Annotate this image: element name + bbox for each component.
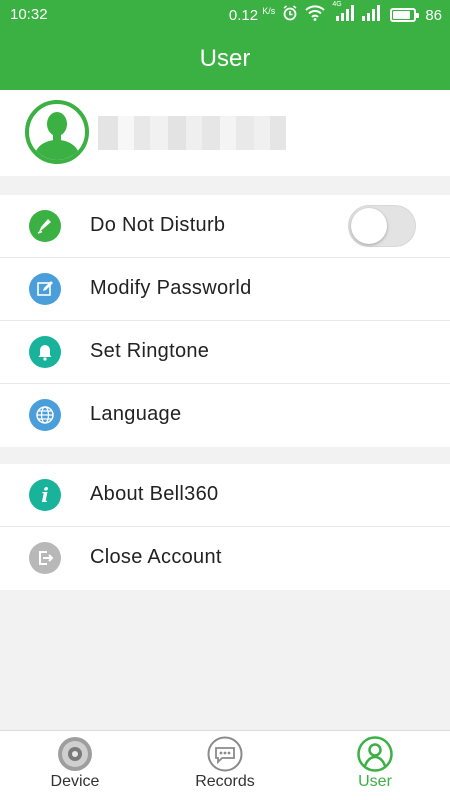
dnd-label: Do Not Disturb xyxy=(90,214,226,236)
profile-card[interactable] xyxy=(0,90,450,176)
toggle-knob xyxy=(351,208,387,244)
about-row[interactable]: i About Bell360 xyxy=(0,464,450,527)
modify-password-row[interactable]: Modify Passworld xyxy=(0,258,450,321)
alarm-icon xyxy=(282,5,298,25)
tab-records[interactable]: Records xyxy=(150,731,300,800)
user-icon xyxy=(357,736,393,772)
chat-icon xyxy=(207,736,243,772)
page-title: User xyxy=(0,30,450,90)
dnd-toggle[interactable] xyxy=(348,205,416,247)
battery-level: 86 xyxy=(425,6,442,24)
language-label: Language xyxy=(90,403,182,425)
info-group: i About Bell360 Close Account xyxy=(0,464,450,590)
network-speed: 0.12 K/s xyxy=(228,6,276,24)
modify-password-label: Modify Passworld xyxy=(90,277,252,299)
edit-icon xyxy=(29,273,61,305)
tab-device[interactable]: Device xyxy=(0,731,150,800)
tab-label: User xyxy=(358,773,392,790)
close-account-row[interactable]: Close Account xyxy=(0,527,450,590)
battery-icon xyxy=(390,8,420,22)
dnd-row[interactable]: Do Not Disturb xyxy=(0,195,450,258)
language-row[interactable]: Language xyxy=(0,384,450,447)
bell-icon xyxy=(29,336,61,368)
username-redacted xyxy=(98,116,286,150)
tab-label: Records xyxy=(195,773,255,790)
signal-icon xyxy=(361,5,383,25)
settings-group: Do Not Disturb Modify Passworld Set Ring… xyxy=(0,195,450,447)
tab-label: Device xyxy=(50,773,100,790)
status-time: 10:32 xyxy=(10,6,48,23)
user-silhouette-icon xyxy=(33,112,81,160)
close-account-label: Close Account xyxy=(90,546,222,568)
status-bar: 10:32 0.12 K/s 4G 86 xyxy=(0,0,450,30)
tab-user[interactable]: User xyxy=(300,731,450,800)
set-ringtone-row[interactable]: Set Ringtone xyxy=(0,321,450,384)
wifi-icon xyxy=(305,5,326,25)
set-ringtone-label: Set Ringtone xyxy=(90,340,210,362)
bottom-tab-bar: Device Records User xyxy=(0,730,450,800)
about-label: About Bell360 xyxy=(90,483,219,505)
camera-icon xyxy=(57,736,93,772)
dnd-icon xyxy=(29,210,61,242)
signal-4g-icon: 4G xyxy=(332,1,355,25)
globe-icon xyxy=(29,399,61,431)
avatar[interactable] xyxy=(25,100,89,164)
logout-icon xyxy=(29,542,61,574)
info-icon: i xyxy=(29,479,61,511)
